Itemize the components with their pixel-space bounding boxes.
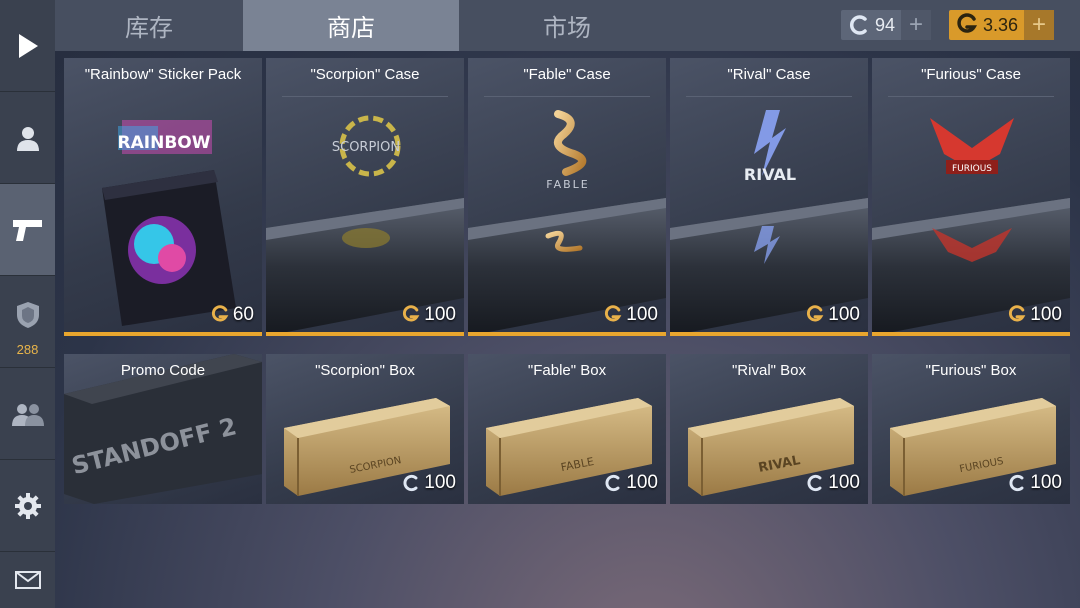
svg-text:RIVAL: RIVAL	[744, 165, 796, 184]
card-title: "Furious" Case	[921, 66, 1021, 83]
pistol-icon	[12, 219, 42, 241]
rainbow-logo-text: RAINBOW	[118, 133, 211, 153]
card-price: 100	[603, 304, 658, 326]
card-furious-box[interactable]: "Furious" Box FURIOUS 100	[872, 354, 1070, 504]
gold-bar	[468, 332, 666, 336]
credits-icon	[1009, 474, 1024, 492]
gold-bar	[670, 332, 868, 336]
card-fable-case[interactable]: "Fable" Case FABLE 100	[468, 58, 666, 336]
gold-icon	[403, 305, 420, 322]
weapons-button[interactable]	[0, 184, 55, 276]
card-promo-code[interactable]: STANDOFF 2 Promo Code	[64, 354, 262, 504]
settings-button[interactable]	[0, 460, 55, 552]
profile-button[interactable]	[0, 92, 55, 184]
card-price: 100	[1007, 304, 1062, 326]
credits-icon	[849, 15, 867, 35]
friends-button[interactable]	[0, 368, 55, 460]
add-gold-button[interactable]: +	[1024, 10, 1055, 40]
play-icon	[18, 33, 38, 58]
tab-inventory[interactable]: 库存	[55, 0, 243, 51]
card-title: "Scorpion" Case	[310, 66, 420, 83]
card-rival-case[interactable]: "Rival" Case RIVAL 100	[670, 58, 868, 336]
rank-shield-icon	[16, 301, 39, 328]
profile-icon	[16, 126, 39, 151]
gold-bar	[64, 332, 262, 336]
card-fable-box[interactable]: "Fable" Box FABLE 100	[468, 354, 666, 504]
gold-value: 3.36	[983, 14, 1019, 35]
card-furious-case[interactable]: "Furious" Case FURIOUS 100	[872, 58, 1070, 336]
credits-icon	[807, 474, 822, 492]
fable-case-image: FABLE	[468, 110, 666, 336]
svg-text:FURIOUS: FURIOUS	[952, 164, 992, 174]
gold-balance: 3.36 +	[949, 10, 1055, 40]
svg-text:SCORPION: SCORPION	[332, 140, 400, 155]
rival-case-image: RIVAL	[670, 110, 868, 336]
card-title: "Furious" Box	[925, 362, 1017, 379]
card-rainbow-sticker-pack[interactable]: "Rainbow" Sticker Pack RAINBOW 60	[64, 58, 262, 336]
card-price: 100	[805, 304, 860, 326]
card-price: 100	[805, 472, 860, 494]
mail-icon	[14, 571, 41, 589]
gold-bar	[266, 332, 464, 336]
sidebar: 288	[0, 0, 55, 608]
tab-market[interactable]: 市场	[459, 0, 675, 51]
mail-button[interactable]	[0, 552, 55, 608]
credits-icon	[403, 474, 418, 492]
card-title: "Scorpion" Box	[315, 362, 415, 379]
sticker-pack-image: RAINBOW	[102, 120, 236, 326]
gear-icon	[14, 492, 41, 519]
card-price: 100	[401, 304, 456, 326]
scorpion-case-image: SCORPION	[266, 115, 464, 336]
card-title: "Rainbow" Sticker Pack	[84, 66, 242, 83]
credits-balance: 94 +	[841, 10, 932, 40]
credits-value: 94	[875, 14, 896, 35]
gold-icon	[807, 305, 824, 322]
card-title: Promo Code	[120, 362, 206, 379]
svg-text:FABLE: FABLE	[546, 178, 589, 191]
friends-icon	[11, 403, 44, 426]
tab-shop[interactable]: 商店	[243, 0, 459, 51]
card-title: "Fable" Box	[527, 362, 607, 379]
furious-case-image: FURIOUS	[872, 118, 1070, 336]
card-scorpion-box[interactable]: "Scorpion" Box SCORPION 100	[266, 354, 464, 504]
card-title: "Rival" Case	[727, 66, 811, 83]
gold-icon	[211, 305, 229, 322]
card-scorpion-case[interactable]: "Scorpion" Case SCORPION 100	[266, 58, 464, 336]
tab-bar: 库存 商店 市场 94 + 3.36 +	[55, 0, 1080, 51]
card-title: "Rival" Box	[731, 362, 806, 379]
card-price: 60	[210, 304, 254, 326]
card-rival-box[interactable]: "Rival" Box RIVAL 100	[670, 354, 868, 504]
gold-icon	[957, 13, 978, 33]
add-credits-button[interactable]: +	[901, 10, 932, 40]
card-price: 100	[401, 472, 456, 494]
rank-value: 288	[16, 342, 39, 357]
card-title: "Fable" Case	[523, 66, 611, 83]
card-price: 100	[1007, 472, 1062, 494]
credits-icon	[605, 474, 620, 492]
play-button[interactable]	[0, 0, 55, 92]
gold-icon	[1009, 305, 1026, 322]
gold-icon	[605, 305, 622, 322]
card-price: 100	[603, 472, 658, 494]
gold-bar	[872, 332, 1070, 336]
